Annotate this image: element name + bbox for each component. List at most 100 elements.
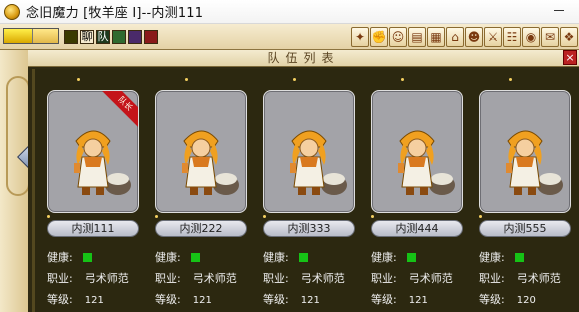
gauge-fill-a xyxy=(4,29,32,43)
toolbar-book-button[interactable]: ☷ xyxy=(503,27,521,47)
pet-icon: ❖ xyxy=(563,30,575,44)
health-row: 健康: xyxy=(155,249,200,265)
toolbar-map-button[interactable]: ▦ xyxy=(427,27,445,47)
sparkle-icon xyxy=(77,78,80,81)
character-sprite xyxy=(398,130,455,195)
health-status-icon xyxy=(298,253,308,262)
health-status-icon xyxy=(406,253,416,262)
gauge-fill-b xyxy=(32,29,58,43)
home-icon: ⌂ xyxy=(451,30,459,44)
health-row: 健康: xyxy=(47,249,92,265)
toolbar-home-button[interactable]: ⌂ xyxy=(446,27,464,47)
sparkle-icon xyxy=(509,78,512,81)
level-value: 121 xyxy=(300,295,320,306)
job-label: 职业: xyxy=(155,272,181,285)
level-value: 120 xyxy=(516,295,536,306)
health-label: 健康: xyxy=(263,251,289,264)
card-icon: ▤ xyxy=(411,30,423,44)
health-row: 健康: xyxy=(371,249,416,265)
level-row: 等级: 121 xyxy=(155,291,212,307)
close-button[interactable]: × xyxy=(563,50,577,65)
health-status-icon xyxy=(82,253,92,262)
toolbar-fist-button[interactable]: ✊ xyxy=(370,27,388,47)
character-sprite xyxy=(506,130,563,195)
member-list: 队长 内测111 健康: 职业: 弓术师范 等级: 121 内测222 健康: 职业: 弓术师范等… xyxy=(32,69,579,312)
party-panel: 队伍列表 × 队长 内测111 健康: 职业: 弓术师范 等级: 121 内测222 健康: 职… xyxy=(28,50,579,312)
member-portrait[interactable] xyxy=(371,90,463,213)
toolbar-people-button[interactable]: ☺ xyxy=(389,27,407,47)
party-member[interactable]: 内测444 健康: 职业: 弓术师范 等级: 121 xyxy=(359,69,467,312)
level-row: 等级: 121 xyxy=(263,291,320,307)
level-row: 等级: 121 xyxy=(47,291,104,307)
level-label: 等级: xyxy=(479,293,505,306)
level-label: 等级: xyxy=(263,293,289,306)
health-label: 健康: xyxy=(155,251,181,264)
job-row: 职业: 弓术师范 xyxy=(479,270,561,286)
party-member[interactable]: 内测222 健康: 职业: 弓术师范 等级: 121 xyxy=(143,69,251,312)
health-label: 健康: xyxy=(479,251,505,264)
level-value: 121 xyxy=(84,295,104,306)
minimize-button[interactable] xyxy=(539,0,579,20)
job-value: 弓术师范 xyxy=(516,272,561,285)
ornament-swirl xyxy=(6,76,30,196)
job-label: 职业: xyxy=(47,272,73,285)
chat-color-green[interactable] xyxy=(112,30,126,44)
group-icon: ☻ xyxy=(467,30,481,44)
health-row: 健康: xyxy=(263,249,308,265)
job-value: 弓术师范 xyxy=(300,272,345,285)
people-icon: ☺ xyxy=(391,30,405,44)
panel-title: 队伍列表 xyxy=(28,50,579,67)
character-sprite xyxy=(74,130,131,195)
member-name: 内测111 xyxy=(47,220,139,237)
job-row: 职业: 弓术师范 xyxy=(263,270,345,286)
level-row: 等级: 120 xyxy=(479,291,536,307)
sparkle-icon xyxy=(293,78,296,81)
sparkle-icon xyxy=(47,215,50,218)
party-member[interactable]: 内测555 健康: 职业: 弓术师范 等级: 120 xyxy=(467,69,575,312)
health-status-icon xyxy=(514,253,524,262)
job-row: 职业: 弓术师范 xyxy=(155,270,237,286)
team-tab-label: 队 xyxy=(97,30,109,43)
sparkle-icon xyxy=(185,78,188,81)
sparkle-icon xyxy=(263,215,266,218)
level-label: 等级: xyxy=(155,293,181,306)
health-label: 健康: xyxy=(371,251,397,264)
character-sprite xyxy=(290,130,347,195)
sword-icon: ⚔ xyxy=(487,30,499,44)
toolbar-mail-button[interactable]: ✉ xyxy=(541,27,559,47)
member-portrait[interactable] xyxy=(479,90,571,213)
toolbar-pet-button[interactable]: ❖ xyxy=(560,27,578,47)
status-gauge xyxy=(3,28,59,44)
chat-color-red[interactable] xyxy=(144,30,158,44)
toolbar-sword-button[interactable]: ⚔ xyxy=(484,27,502,47)
mail-icon: ✉ xyxy=(544,30,556,44)
sparkle-icon xyxy=(401,78,404,81)
health-row: 健康: xyxy=(479,249,524,265)
chat-color-dark[interactable] xyxy=(64,30,78,44)
member-name: 内测222 xyxy=(155,220,247,237)
sparkle-icon xyxy=(371,215,374,218)
toolbar-eye-button[interactable]: ◉ xyxy=(522,27,540,47)
window-titlebar: 念旧魔力 [牧羊座 I]--内测111 xyxy=(0,0,579,24)
level-label: 等级: xyxy=(47,293,73,306)
member-portrait[interactable] xyxy=(155,90,247,213)
member-name: 内测333 xyxy=(263,220,355,237)
character-sprite xyxy=(182,130,239,195)
eye-icon: ◉ xyxy=(525,30,537,44)
chat-color-purple[interactable] xyxy=(128,30,142,44)
skill-icon: ✦ xyxy=(354,30,366,44)
chat-tab-button[interactable]: 聊 xyxy=(80,30,94,44)
level-row: 等级: 121 xyxy=(371,291,428,307)
member-portrait[interactable] xyxy=(263,90,355,213)
toolbar-card-button[interactable]: ▤ xyxy=(408,27,426,47)
member-name: 内测444 xyxy=(371,220,463,237)
job-label: 职业: xyxy=(263,272,289,285)
member-portrait[interactable]: 队长 xyxy=(47,90,139,213)
sparkle-icon xyxy=(479,215,482,218)
toolbar-skill-button[interactable]: ✦ xyxy=(351,27,369,47)
team-tab-button[interactable]: 队 xyxy=(96,30,110,44)
toolbar-group-button[interactable]: ☻ xyxy=(465,27,483,47)
party-member[interactable]: 内测333 健康: 职业: 弓术师范 等级: 121 xyxy=(251,69,359,312)
party-member[interactable]: 队长 内测111 健康: 职业: 弓术师范 等级: 121 xyxy=(35,69,143,312)
job-row: 职业: 弓术师范 xyxy=(371,270,453,286)
